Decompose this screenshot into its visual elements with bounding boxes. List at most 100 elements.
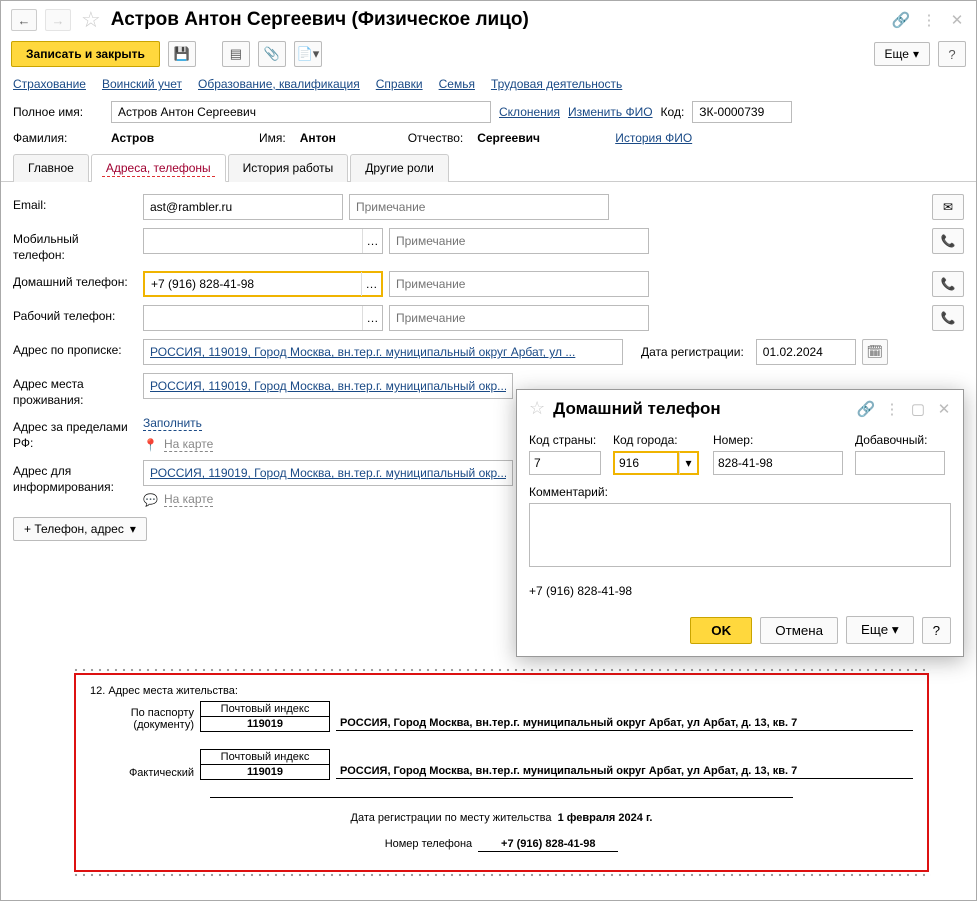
reg-date-calendar[interactable]: 🗓 bbox=[862, 339, 888, 365]
link-refs[interactable]: Справки bbox=[376, 77, 423, 91]
favorite-star-icon[interactable]: ☆ bbox=[81, 7, 101, 33]
tab-main[interactable]: Главное bbox=[13, 154, 89, 182]
email-note-input[interactable] bbox=[350, 195, 608, 219]
mobile-note-input[interactable] bbox=[390, 229, 648, 253]
work-call-button[interactable]: 📞 bbox=[932, 305, 964, 331]
dialog-maximize-icon[interactable]: ▢ bbox=[909, 400, 927, 418]
attach-button[interactable]: 📎 bbox=[258, 41, 286, 67]
reg-address-input[interactable] bbox=[144, 340, 622, 364]
nav-back-button[interactable]: ← bbox=[11, 9, 37, 31]
window-title: Астров Антон Сергеевич (Физическое лицо) bbox=[111, 9, 884, 31]
home-phone-dialog: ☆ Домашний телефон 🔗 ⋮ ▢ ✕ Код страны: К… bbox=[516, 389, 964, 657]
dialog-kebab-icon[interactable]: ⋮ bbox=[883, 400, 901, 418]
email-label: Email: bbox=[13, 194, 133, 214]
chevron-down-icon: ▾ bbox=[913, 47, 919, 61]
phone-icon: 📞 bbox=[941, 234, 956, 248]
work-phone-picker[interactable]: … bbox=[362, 306, 382, 330]
dialog-close-icon[interactable]: ✕ bbox=[935, 400, 953, 418]
dialog-star-icon[interactable]: ☆ bbox=[529, 398, 545, 419]
doc-section-title: 12. Адрес места жительства: bbox=[90, 685, 913, 697]
on-map-link-2[interactable]: На карте bbox=[164, 492, 213, 507]
city-code-input[interactable] bbox=[613, 451, 679, 475]
surname-value: Астров bbox=[111, 131, 251, 145]
fill-link[interactable]: Заполнить bbox=[143, 416, 202, 431]
chat-icon: 💬 bbox=[143, 493, 158, 507]
doc-passport-address: РОССИЯ, Город Москва, вн.тер.г. муниципа… bbox=[336, 717, 913, 731]
work-phone-row: Рабочий телефон: … 📞 bbox=[13, 301, 964, 335]
tab-history[interactable]: История работы bbox=[228, 154, 349, 182]
home-phone-row: Домашний телефон: … 📞 bbox=[13, 267, 964, 301]
abroad-address-label: Адрес за пределами РФ: bbox=[13, 416, 133, 451]
firstname-value: Антон bbox=[300, 131, 400, 145]
declensions-link[interactable]: Склонения bbox=[499, 105, 560, 119]
doc-button[interactable]: ▤ bbox=[222, 41, 250, 67]
dialog-help-button[interactable]: ? bbox=[922, 617, 951, 644]
nav-forward-button[interactable]: → bbox=[45, 9, 71, 31]
reg-date-input[interactable] bbox=[757, 340, 855, 364]
work-note-input[interactable] bbox=[390, 306, 648, 330]
dialog-link-icon[interactable]: 🔗 bbox=[857, 400, 875, 418]
link-insurance[interactable]: Страхование bbox=[13, 77, 86, 91]
city-code-label: Код города: bbox=[613, 433, 701, 447]
patronymic-label: Отчество: bbox=[408, 131, 464, 145]
mobile-picker[interactable]: … bbox=[362, 229, 382, 253]
fullname-input[interactable] bbox=[111, 101, 491, 123]
comment-label: Комментарий: bbox=[529, 485, 951, 499]
tab-roles[interactable]: Другие роли bbox=[350, 154, 449, 182]
dialog-more-button[interactable]: Еще ▾ bbox=[846, 616, 914, 644]
create-button[interactable]: 📄▾ bbox=[294, 41, 322, 67]
inform-address-input[interactable] bbox=[144, 461, 512, 485]
mobile-input[interactable] bbox=[144, 229, 362, 253]
work-phone-input[interactable] bbox=[144, 306, 362, 330]
more-button[interactable]: Еще▾ bbox=[874, 42, 930, 66]
country-code-input[interactable] bbox=[529, 451, 601, 475]
link-military[interactable]: Воинский учет bbox=[102, 77, 182, 91]
ext-input[interactable] bbox=[855, 451, 945, 475]
home-call-button[interactable]: 📞 bbox=[932, 271, 964, 297]
surname-label: Фамилия: bbox=[13, 131, 103, 145]
number-label: Номер: bbox=[713, 433, 843, 447]
dialog-title: Домашний телефон bbox=[553, 399, 849, 419]
email-row: Email: ✉ bbox=[13, 190, 964, 224]
save-close-button[interactable]: Записать и закрыть bbox=[11, 41, 160, 67]
mobile-call-button[interactable]: 📞 bbox=[932, 228, 964, 254]
home-note-input[interactable] bbox=[390, 272, 648, 296]
phone-icon: 📞 bbox=[941, 311, 956, 325]
doc-actual-address: РОССИЯ, Город Москва, вн.тер.г. муниципа… bbox=[336, 765, 913, 779]
title-bar: ← → ☆ Астров Антон Сергеевич (Физическое… bbox=[1, 1, 976, 37]
home-phone-picker[interactable]: … bbox=[361, 272, 381, 296]
mobile-row: Мобильный телефон: … 📞 bbox=[13, 224, 964, 267]
home-phone-input[interactable] bbox=[145, 273, 361, 295]
inform-address-label: Адрес для информирования: bbox=[13, 460, 133, 495]
code-input[interactable] bbox=[692, 101, 792, 123]
link-education[interactable]: Образование, квалификация bbox=[198, 77, 360, 91]
tab-addresses[interactable]: Адреса, телефоны bbox=[91, 154, 226, 182]
fio-history-link[interactable]: История ФИО bbox=[615, 131, 692, 145]
cancel-button[interactable]: Отмена bbox=[760, 617, 838, 644]
help-button[interactable]: ? bbox=[938, 41, 966, 67]
link-family[interactable]: Семья bbox=[439, 77, 475, 91]
reg-address-label: Адрес по прописке: bbox=[13, 339, 133, 359]
doc-divider bbox=[210, 797, 793, 798]
number-input[interactable] bbox=[713, 451, 843, 475]
toolbar: Записать и закрыть 💾 ▤ 📎 📄▾ Еще▾ ? bbox=[1, 37, 976, 75]
comment-textarea[interactable] bbox=[529, 503, 951, 567]
save-button[interactable]: 💾 bbox=[168, 41, 196, 67]
email-action-button[interactable]: ✉ bbox=[932, 194, 964, 220]
ok-button[interactable]: OK bbox=[690, 617, 752, 644]
add-phone-address-button[interactable]: + Телефон, адрес▾ bbox=[13, 517, 147, 541]
kebab-menu-icon[interactable]: ⋮ bbox=[920, 11, 938, 29]
live-address-input[interactable] bbox=[144, 374, 512, 398]
link-work[interactable]: Трудовая деятельность bbox=[491, 77, 622, 91]
reg-address-row: Адрес по прописке: Дата регистрации: 🗓 bbox=[13, 335, 964, 369]
doc-actual-label: Фактический bbox=[90, 767, 200, 779]
fullname-label: Полное имя: bbox=[13, 105, 103, 119]
change-fio-link[interactable]: Изменить ФИО bbox=[568, 105, 653, 119]
email-input[interactable] bbox=[144, 195, 342, 219]
on-map-link-1[interactable]: На карте bbox=[164, 437, 213, 452]
link-icon[interactable]: 🔗 bbox=[892, 11, 910, 29]
close-icon[interactable]: ✕ bbox=[948, 11, 966, 29]
country-code-label: Код страны: bbox=[529, 433, 601, 447]
city-code-dropdown[interactable]: ▾ bbox=[679, 451, 699, 475]
document-preview: 12. Адрес места жительства: По паспорту … bbox=[74, 673, 929, 872]
